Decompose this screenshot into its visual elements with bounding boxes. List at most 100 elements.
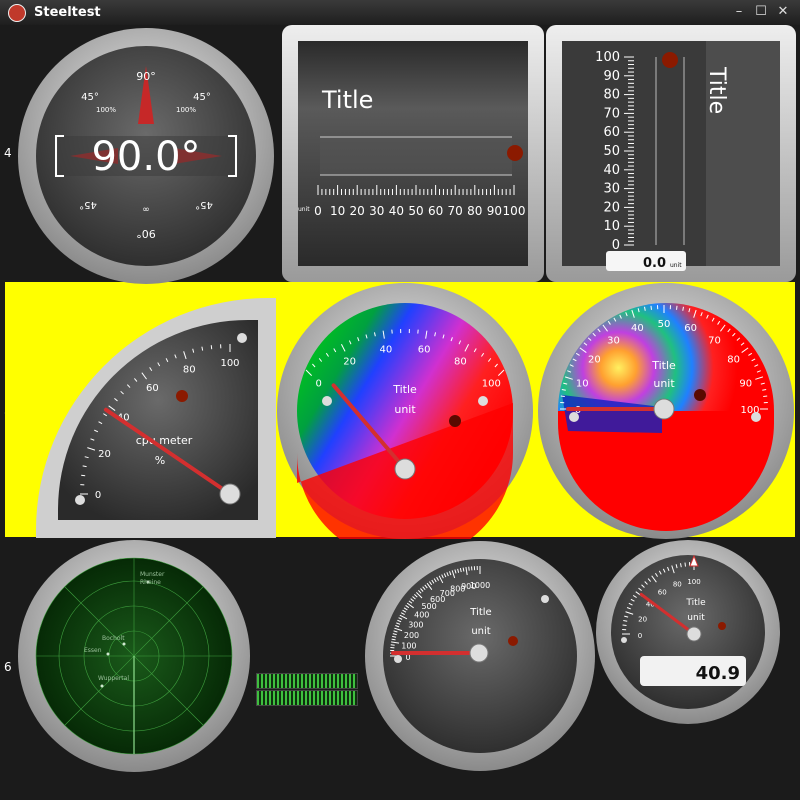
compass-label-infinity: ∞ (142, 205, 150, 215)
radial2-tick (763, 395, 768, 397)
h-linear-tick-label: 60 (428, 204, 443, 218)
h-linear-tick-label: 90 (487, 204, 502, 218)
radar-label-essen: Essen (84, 647, 102, 654)
radial4-tick-label: 20 (638, 615, 647, 623)
h-linear-tick-label: 0 (314, 204, 322, 218)
radial4-tick-label: 60 (658, 588, 667, 596)
radial4-tick-label: 100 (687, 578, 700, 586)
v-linear-tick-label: 100 (595, 50, 620, 65)
radial4-tick (684, 562, 686, 567)
radar-label-wuppertal: Wuppertal (98, 675, 129, 682)
window-title: Steeltest (34, 5, 101, 20)
radial1-unit: unit (394, 403, 416, 416)
app-icon (8, 3, 26, 22)
led-bar-bottom (256, 690, 358, 706)
v-linear-tick-label: 60 (603, 125, 620, 140)
radar-label-rheine: Rheine (140, 579, 161, 586)
radial2-tick-label: 30 (607, 335, 620, 346)
compass-label-bottom: 90° (136, 227, 156, 240)
v-linear-value: 0.0 (643, 256, 666, 271)
quarter-tick (210, 345, 213, 350)
quarter-unit: % (155, 454, 165, 467)
compass-label-bl: 45° (79, 199, 97, 210)
radial1-tick-label: 60 (418, 345, 431, 356)
radial4-tick-label: 0 (638, 632, 642, 640)
radial1-tick-label: 40 (380, 345, 393, 356)
radar-label-munster: Munster (140, 571, 165, 578)
radial1-tick-label: 0 (316, 379, 322, 390)
maximize-button[interactable]: ☐ (752, 3, 770, 21)
h-linear-tick-label: 10 (330, 204, 345, 218)
radial2-tick-label: 70 (708, 335, 721, 346)
v-linear-tick-label: 30 (603, 182, 620, 197)
radar-gauge: Munster Rheine Bocholt Essen Wuppertal (18, 540, 250, 772)
radial3-tick-label: 100 (401, 642, 416, 651)
h-linear-tick-label: 40 (389, 204, 404, 218)
radial2-tick-label: 90 (739, 378, 752, 389)
compass-label-100-left: 100% (96, 106, 116, 114)
h-linear-tick-label: 50 (408, 204, 423, 218)
v-linear-tick-label: 40 (603, 163, 620, 178)
radar-label-bocholt: Bocholt (102, 635, 125, 642)
radial4-title: Title (685, 598, 706, 608)
radial2-tick (676, 305, 678, 310)
quarter-tick-label: 60 (146, 383, 159, 394)
quarter-tick-label: 100 (220, 358, 239, 369)
v-linear-tick-label: 50 (603, 144, 620, 159)
compass-label-br: 45° (195, 199, 213, 210)
radial2-tick-label: 10 (576, 378, 589, 389)
v-linear-unit: unit (670, 262, 682, 269)
radial2-tick-label: 50 (658, 319, 671, 330)
h-linear-tick-label: 20 (350, 204, 365, 218)
radial1-tick-label: 80 (454, 356, 467, 367)
compass-label-100-right: 100% (176, 106, 196, 114)
radial2-tick-label: 60 (684, 323, 697, 334)
radial4-unit: unit (687, 613, 705, 623)
radial2-tick (650, 305, 652, 310)
radial4-value: 40.9 (696, 663, 740, 684)
vertical-linear-gauge: 1009080706050403020100 Title 0.0 unit (546, 25, 796, 282)
radial-gauge-4: 020406080 100 Title unit 40.9 (596, 540, 780, 724)
radial3-title: Title (469, 607, 491, 618)
v-linear-tick-label: 80 (603, 88, 620, 103)
radial-gauge-2: 0102030405060708090100 Title unit (538, 283, 794, 539)
radial2-tick-label: 80 (727, 354, 740, 365)
h-linear-tick-label: 100 (503, 204, 526, 218)
radial3-tick (468, 566, 470, 571)
compass-value: 90.0° (91, 134, 200, 180)
close-button[interactable]: ✕ (774, 3, 792, 21)
compass-label-tl: 45° (81, 92, 99, 103)
radial2-tick (560, 395, 565, 397)
v-linear-tick-label: 20 (603, 200, 620, 215)
radial2-tick-label: 40 (631, 323, 644, 334)
h-linear-tick-label: 70 (448, 204, 463, 218)
radial-gauge-3: 01002003004005006007008009001000 Title u… (365, 541, 595, 771)
quarter-tick-label: 0 (95, 490, 101, 501)
v-linear-tick-label: 0 (612, 238, 620, 253)
h-linear-tick-label: 30 (369, 204, 384, 218)
radial3-tick-label: 200 (404, 631, 419, 640)
compass-gauge: 90° 45° 45° 100% 100% ∞ 90° 45° 45° 90.0… (18, 28, 274, 284)
radial2-unit: unit (653, 377, 675, 390)
h-linear-tick-label: 80 (467, 204, 482, 218)
compass-label-tr: 45° (193, 92, 211, 103)
radial3-tick (390, 644, 395, 646)
radial1-tick-label: 100 (482, 379, 501, 390)
radial3-tick-label: 400 (414, 611, 429, 620)
radial3-tick-label: 300 (408, 620, 423, 629)
radial2-tick-label: 20 (588, 354, 601, 365)
quarter-tick-label: 80 (183, 364, 196, 375)
radial2-title: Title (651, 359, 676, 372)
title-bar: Steeltest – ☐ ✕ (0, 0, 800, 25)
led-bar-top (256, 673, 358, 689)
v-linear-title: Title (704, 66, 729, 114)
v-linear-tick-label: 70 (603, 106, 620, 121)
radial3-unit: unit (471, 626, 490, 637)
quarter-tick (81, 474, 86, 477)
quarter-gauge: 020406080100 cpu meter % (36, 298, 276, 538)
row-label-4: 4 (4, 146, 12, 160)
minimize-button[interactable]: – (730, 3, 748, 21)
h-linear-title: Title (321, 86, 373, 114)
compass-label-top: 90° (136, 70, 156, 83)
row-label-6: 6 (4, 660, 12, 674)
